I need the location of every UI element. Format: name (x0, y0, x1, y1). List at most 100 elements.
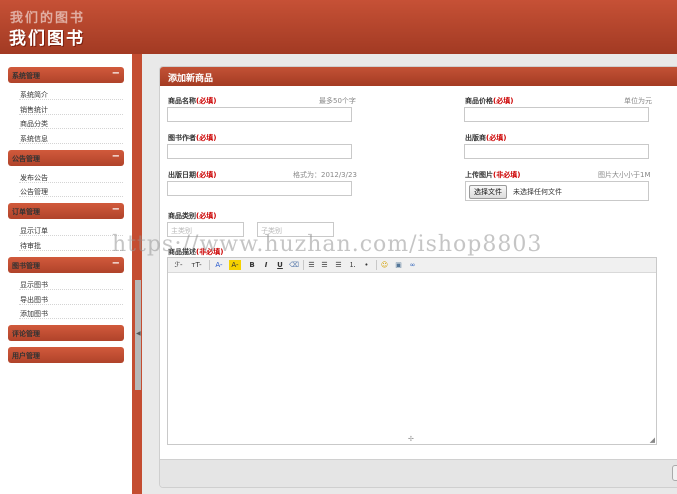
image-label-text: 上传图片 (465, 171, 493, 179)
required-mark: (必填) (196, 212, 217, 220)
chevron-left-icon: ◀ (136, 330, 141, 337)
menu-group-users[interactable]: 用户管理 (8, 347, 124, 363)
menu-item-notice-manage[interactable]: 公告管理 (19, 185, 123, 197)
menu-group-notice[interactable]: 公告管理 − (8, 150, 124, 166)
price-label: 商品价格(必填) (465, 96, 513, 106)
pubdate-label: 出版日期(必填) (168, 170, 216, 180)
required-mark: (必填) (196, 171, 217, 179)
toolbar-divider (209, 260, 210, 270)
toolbar-divider (376, 260, 377, 270)
menu-item-show-orders[interactable]: 显示订单 (19, 224, 123, 236)
toolbar-divider (303, 260, 304, 270)
publisher-input[interactable] (464, 144, 649, 159)
highlight-color-button[interactable]: A- (229, 260, 241, 270)
menu-item-label: 添加图书 (20, 310, 48, 318)
menu-item-category[interactable]: 商品分类 (19, 117, 123, 129)
menu-group-system[interactable]: 系统管理 − (8, 67, 124, 83)
font-color-button[interactable]: A- (213, 260, 225, 270)
menu-group-label: 系统管理 (12, 72, 40, 80)
menu-group-label: 公告管理 (12, 155, 40, 163)
italic-button[interactable]: I (262, 260, 270, 270)
unordered-list-icon[interactable]: • (362, 260, 371, 270)
menu-item-system-info[interactable]: 系统信息 (19, 132, 123, 144)
image-hint: 图片大小小于1M (598, 171, 651, 179)
required-mark: (必填) (196, 97, 217, 105)
menu-item-sales-stats[interactable]: 销售统计 (19, 103, 123, 115)
pubdate-input[interactable] (167, 181, 352, 196)
required-mark: (必填) (196, 134, 217, 142)
menu-item-show-books[interactable]: 显示图书 (19, 278, 123, 290)
menu-item-label: 销售统计 (20, 106, 48, 114)
menu-group-label: 评论管理 (12, 330, 40, 338)
name-label-text: 商品名称 (168, 97, 196, 105)
menu-group-comments[interactable]: 评论管理 (8, 325, 124, 341)
menu-item-system-intro[interactable]: 系统简介 (19, 88, 123, 100)
link-icon[interactable]: ∞ (408, 260, 417, 270)
collapse-icon[interactable]: − (112, 151, 120, 162)
pubdate-hint: 格式为：2012/3/23 (293, 171, 357, 179)
resize-corner-icon[interactable]: ◢ (650, 436, 655, 444)
bold-button[interactable]: B (248, 260, 256, 270)
menu-item-label: 系统信息 (20, 135, 48, 143)
menu-item-label: 系统简介 (20, 91, 48, 99)
sidebar-splitter[interactable]: ◀ (132, 54, 142, 494)
align-left-icon[interactable]: ☰ (307, 260, 316, 270)
menu-item-export-books[interactable]: 导出图书 (19, 293, 123, 305)
emoticon-icon[interactable]: ☺ (380, 260, 389, 270)
name-hint: 最多50个字 (319, 97, 356, 105)
watermark-text: https://www.huzhan.com/ishop8803 (112, 232, 543, 257)
menu-group-label: 用户管理 (12, 352, 40, 360)
menu-group-label: 图书管理 (12, 262, 40, 270)
menu-item-label: 导出图书 (20, 296, 48, 304)
name-label: 商品名称(必填) (168, 96, 216, 106)
menu-item-publish-notice[interactable]: 发布公告 (19, 171, 123, 183)
menu-group-books[interactable]: 图书管理 − (8, 257, 124, 273)
image-icon[interactable]: ▣ (394, 260, 403, 270)
choose-file-button[interactable]: 选择文件 (469, 185, 507, 199)
collapse-icon[interactable]: − (112, 258, 120, 269)
menu-item-label: 显示订单 (20, 227, 48, 235)
align-right-icon[interactable]: ☰ (334, 260, 343, 270)
menu-group-label: 订单管理 (12, 208, 40, 216)
menu-item-label: 待审批 (20, 242, 41, 250)
logo-text: 我们图书 (9, 29, 85, 49)
editor-toolbar: ℱ- ᴛT- A- A- B I U ⌫ ☰ ☰ ☰ ⒈ • ☺ ▣ ∞ (168, 258, 656, 273)
font-size-button[interactable]: ᴛT- (189, 260, 204, 270)
menu-item-label: 发布公告 (20, 174, 48, 182)
add-product-panel: 添加新商品 商品名称(必填) 最多50个字 商品价格(必填) 单位为元 图书作者… (159, 66, 677, 488)
collapse-handle[interactable]: ◀ (135, 280, 141, 390)
author-input[interactable] (167, 144, 352, 159)
publisher-label-text: 出版商 (465, 134, 486, 142)
site-logo[interactable]: 我们的图书 我们图书 (8, 6, 106, 49)
panel-header: 添加新商品 (160, 67, 677, 86)
price-hint: 单位为元 (624, 97, 652, 105)
required-mark: (必填) (493, 97, 514, 105)
ordered-list-icon[interactable]: ⒈ (348, 260, 357, 270)
submit-button[interactable] (672, 465, 677, 481)
collapse-icon[interactable]: − (112, 68, 120, 79)
menu-item-label: 公告管理 (20, 188, 48, 196)
product-price-input[interactable] (464, 107, 649, 122)
publisher-label: 出版商(必填) (465, 133, 506, 143)
category-label-text: 商品类别 (168, 212, 196, 220)
resize-grip-icon[interactable]: ✢ (408, 435, 414, 443)
menu-group-orders[interactable]: 订单管理 − (8, 203, 124, 219)
price-label-text: 商品价格 (465, 97, 493, 105)
menu-item-add-book[interactable]: 添加图书 (19, 307, 123, 319)
font-family-button[interactable]: ℱ- (173, 260, 184, 270)
file-name-text: 未选择任何文件 (513, 188, 562, 196)
align-center-icon[interactable]: ☰ (320, 260, 329, 270)
menu-item-pending[interactable]: 待审批 (19, 239, 123, 251)
author-label: 图书作者(必填) (168, 133, 216, 143)
author-label-text: 图书作者 (168, 134, 196, 142)
eraser-icon[interactable]: ⌫ (289, 260, 299, 270)
menu-item-label: 显示图书 (20, 281, 48, 289)
pubdate-label-text: 出版日期 (168, 171, 196, 179)
image-upload-field: 选择文件 未选择任何文件 (465, 181, 649, 201)
rich-text-editor[interactable]: ℱ- ᴛT- A- A- B I U ⌫ ☰ ☰ ☰ ⒈ • ☺ ▣ ∞ ✢ ◢ (167, 257, 657, 445)
image-label: 上传图片(非必填) (465, 170, 520, 180)
menu-item-label: 商品分类 (20, 120, 48, 128)
collapse-icon[interactable]: − (112, 204, 120, 215)
underline-button[interactable]: U (276, 260, 284, 270)
product-name-input[interactable] (167, 107, 352, 122)
